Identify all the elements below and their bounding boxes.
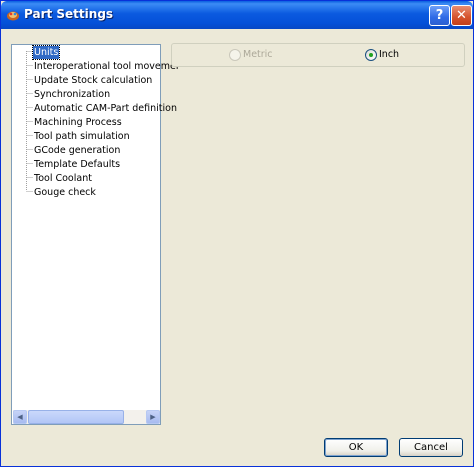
cancel-button[interactable]: Cancel [399, 438, 463, 457]
tree-item-interoperational-tool-movement[interactable]: Interoperational tool movemer [33, 60, 181, 73]
close-button[interactable]: ✕ [451, 5, 472, 26]
scroll-left-button[interactable]: ◀ [13, 410, 27, 424]
ok-button[interactable]: OK [324, 438, 388, 457]
tree-item-tool-coolant[interactable]: Tool Coolant [33, 172, 93, 185]
help-button[interactable]: ? [429, 5, 450, 26]
app-icon [7, 11, 19, 21]
metric-radio-label[interactable]: Metric [243, 49, 273, 61]
tree-item-units[interactable]: Units [31, 45, 61, 60]
window-title: Part Settings [24, 7, 114, 21]
tree-item-machining-process[interactable]: Machining Process [33, 116, 123, 129]
part-settings-dialog: Part Settings ? ✕ Units Interoperational… [0, 0, 474, 467]
tree-item-automatic-cam-part-definition[interactable]: Automatic CAM-Part definition [33, 102, 178, 115]
settings-tree[interactable]: Units Interoperational tool movemer Upda… [11, 44, 180, 425]
scroll-right-button[interactable]: ▶ [146, 410, 160, 424]
chevron-left-icon: ◀ [17, 413, 23, 421]
inch-radio[interactable] [365, 49, 377, 61]
metric-radio[interactable] [229, 49, 241, 61]
tree-item-gouge-check[interactable]: Gouge check [33, 186, 97, 199]
tree-item-synchronization[interactable]: Synchronization [33, 88, 111, 101]
tree-item-template-defaults[interactable]: Template Defaults [33, 158, 121, 171]
tree-horizontal-scrollbar[interactable]: ◀ ▶ [13, 410, 160, 424]
close-icon: ✕ [456, 8, 467, 23]
tree-item-update-stock-calculation[interactable]: Update Stock calculation [33, 74, 153, 87]
title-bar[interactable]: Part Settings ? ✕ [1, 1, 473, 29]
scrollbar-thumb[interactable] [28, 410, 124, 424]
inch-radio-label[interactable]: Inch [379, 49, 399, 61]
units-options-group: Metric Inch [171, 43, 465, 67]
tree-item-gcode-generation[interactable]: GCode generation [33, 144, 121, 157]
radio-selected-dot [369, 53, 373, 57]
chevron-right-icon: ▶ [150, 413, 156, 421]
tree-item-tool-path-simulation[interactable]: Tool path simulation [33, 130, 131, 143]
